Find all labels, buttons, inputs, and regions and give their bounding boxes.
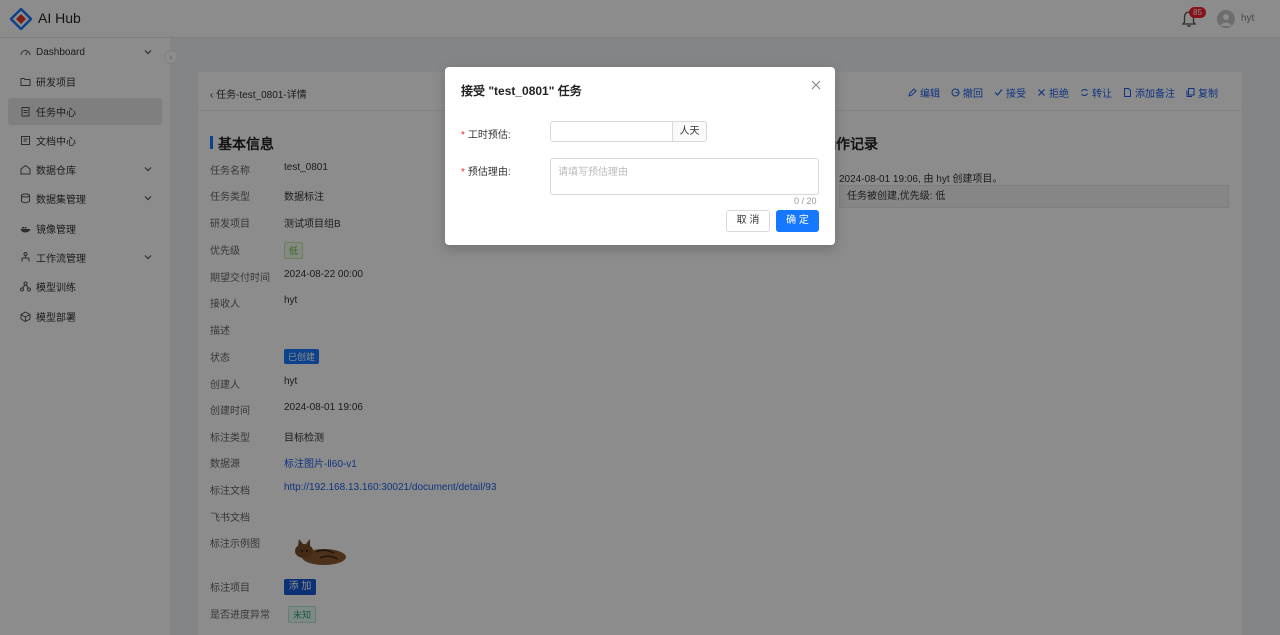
accept-task-modal: 接受 "test_0801" 任务 * 工时预估: 人天 * 预估理由: 请填写预估… (445, 67, 835, 245)
reason-label: * 预估理由: (461, 167, 511, 178)
modal-title: 接受 "test_0801" 任务 (461, 84, 582, 98)
close-icon[interactable] (810, 79, 822, 91)
char-counter: 0 / 20 (794, 196, 817, 206)
hours-unit-addon: 人天 (672, 121, 707, 142)
reason-textarea[interactable]: 请填写预估理由 (550, 158, 819, 195)
hours-estimate-input[interactable] (550, 121, 673, 142)
hours-estimate-label: * 工时预估: (461, 130, 511, 141)
confirm-button[interactable]: 确 定 (776, 210, 819, 232)
cancel-button[interactable]: 取 消 (726, 210, 770, 232)
